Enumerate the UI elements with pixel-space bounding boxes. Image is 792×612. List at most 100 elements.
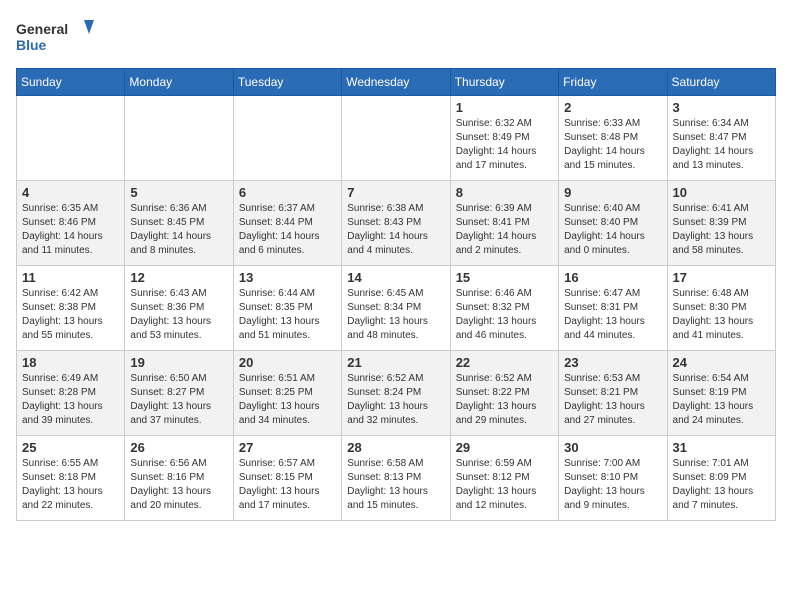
day-info: Sunrise: 6:59 AM Sunset: 8:12 PM Dayligh… (456, 457, 553, 513)
day-info: Sunrise: 6:53 AM Sunset: 8:21 PM Dayligh… (564, 372, 661, 428)
day-cell: 7 Sunrise: 6:38 AM Sunset: 8:43 PM Daylig… (342, 181, 450, 266)
day-cell: 22 Sunrise: 6:52 AM Sunset: 8:22 PM Dayli… (450, 351, 558, 436)
day-info: Sunrise: 6:34 AM Sunset: 8:47 PM Dayligh… (673, 117, 770, 173)
day-cell: 16Sunrise: 6:47 AM Sunset: 8:31 PM Dayli… (559, 266, 667, 351)
day-cell: 20 Sunrise: 6:51 AM Sunset: 8:25 PM Dayli… (233, 351, 341, 436)
day-cell: 5 Sunrise: 6:36 AM Sunset: 8:45 PM Daylig… (125, 181, 233, 266)
day-info: Sunrise: 6:52 AM Sunset: 8:22 PM Dayligh… (456, 372, 553, 428)
weekday-friday: Friday (559, 69, 667, 96)
day-number: 24 (673, 355, 770, 370)
day-info: Sunrise: 6:36 AM Sunset: 8:45 PM Dayligh… (130, 202, 227, 258)
day-cell: 2 Sunrise: 6:33 AM Sunset: 8:48 PM Daylig… (559, 96, 667, 181)
day-info: Sunrise: 6:39 AM Sunset: 8:41 PM Dayligh… (456, 202, 553, 258)
day-number: 2 (564, 100, 661, 115)
svg-text:Blue: Blue (16, 37, 47, 53)
day-cell: 27 Sunrise: 6:57 AM Sunset: 8:15 PM Dayli… (233, 436, 341, 521)
week-row-1: 1Sunrise: 6:32 AM Sunset: 8:49 PM Daylig… (17, 96, 776, 181)
weekday-header-row: SundayMondayTuesdayWednesdayThursdayFrid… (17, 69, 776, 96)
day-cell: 29 Sunrise: 6:59 AM Sunset: 8:12 PM Dayli… (450, 436, 558, 521)
weekday-wednesday: Wednesday (342, 69, 450, 96)
day-cell: 10 Sunrise: 6:41 AM Sunset: 8:39 PM Dayli… (667, 181, 775, 266)
week-row-4: 18Sunrise: 6:49 AM Sunset: 8:28 PM Dayli… (17, 351, 776, 436)
day-cell: 23Sunrise: 6:53 AM Sunset: 8:21 PM Dayli… (559, 351, 667, 436)
day-number: 11 (22, 270, 119, 285)
day-number: 30 (564, 440, 661, 455)
logo-svg: General Blue (16, 16, 96, 56)
calendar-body: 1Sunrise: 6:32 AM Sunset: 8:49 PM Daylig… (17, 96, 776, 521)
day-info: Sunrise: 6:45 AM Sunset: 8:34 PM Dayligh… (347, 287, 444, 343)
day-cell: 26Sunrise: 6:56 AM Sunset: 8:16 PM Dayli… (125, 436, 233, 521)
day-info: Sunrise: 6:33 AM Sunset: 8:48 PM Dayligh… (564, 117, 661, 173)
day-cell: 8 Sunrise: 6:39 AM Sunset: 8:41 PM Daylig… (450, 181, 558, 266)
svg-text:General: General (16, 21, 68, 37)
day-cell: 19 Sunrise: 6:50 AM Sunset: 8:27 PM Dayli… (125, 351, 233, 436)
day-number: 20 (239, 355, 336, 370)
day-cell: 1Sunrise: 6:32 AM Sunset: 8:49 PM Daylig… (450, 96, 558, 181)
day-number: 10 (673, 185, 770, 200)
weekday-monday: Monday (125, 69, 233, 96)
weekday-tuesday: Tuesday (233, 69, 341, 96)
day-info: Sunrise: 6:58 AM Sunset: 8:13 PM Dayligh… (347, 457, 444, 513)
day-info: Sunrise: 6:35 AM Sunset: 8:46 PM Dayligh… (22, 202, 119, 258)
day-number: 13 (239, 270, 336, 285)
weekday-thursday: Thursday (450, 69, 558, 96)
day-info: Sunrise: 6:49 AM Sunset: 8:28 PM Dayligh… (22, 372, 119, 428)
day-cell: 9Sunrise: 6:40 AM Sunset: 8:40 PM Daylig… (559, 181, 667, 266)
day-cell: 3Sunrise: 6:34 AM Sunset: 8:47 PM Daylig… (667, 96, 775, 181)
day-info: Sunrise: 6:54 AM Sunset: 8:19 PM Dayligh… (673, 372, 770, 428)
day-info: Sunrise: 6:43 AM Sunset: 8:36 PM Dayligh… (130, 287, 227, 343)
day-cell: 15 Sunrise: 6:46 AM Sunset: 8:32 PM Dayli… (450, 266, 558, 351)
day-number: 14 (347, 270, 444, 285)
day-info: Sunrise: 6:42 AM Sunset: 8:38 PM Dayligh… (22, 287, 119, 343)
day-number: 4 (22, 185, 119, 200)
day-number: 5 (130, 185, 227, 200)
day-cell: 4 Sunrise: 6:35 AM Sunset: 8:46 PM Daylig… (17, 181, 125, 266)
day-cell: 12 Sunrise: 6:43 AM Sunset: 8:36 PM Dayli… (125, 266, 233, 351)
week-row-3: 11 Sunrise: 6:42 AM Sunset: 8:38 PM Dayli… (17, 266, 776, 351)
day-number: 15 (456, 270, 553, 285)
day-info: Sunrise: 6:37 AM Sunset: 8:44 PM Dayligh… (239, 202, 336, 258)
day-number: 1 (456, 100, 553, 115)
day-number: 28 (347, 440, 444, 455)
day-number: 7 (347, 185, 444, 200)
day-number: 25 (22, 440, 119, 455)
day-number: 27 (239, 440, 336, 455)
day-cell: 6 Sunrise: 6:37 AM Sunset: 8:44 PM Daylig… (233, 181, 341, 266)
day-cell: 30Sunrise: 7:00 AM Sunset: 8:10 PM Dayli… (559, 436, 667, 521)
day-number: 31 (673, 440, 770, 455)
page-header: General Blue (16, 16, 776, 56)
day-cell: 17Sunrise: 6:48 AM Sunset: 8:30 PM Dayli… (667, 266, 775, 351)
day-number: 12 (130, 270, 227, 285)
day-info: Sunrise: 6:38 AM Sunset: 8:43 PM Dayligh… (347, 202, 444, 258)
day-cell: 25 Sunrise: 6:55 AM Sunset: 8:18 PM Dayli… (17, 436, 125, 521)
week-row-5: 25 Sunrise: 6:55 AM Sunset: 8:18 PM Dayli… (17, 436, 776, 521)
day-info: Sunrise: 6:47 AM Sunset: 8:31 PM Dayligh… (564, 287, 661, 343)
day-info: Sunrise: 6:51 AM Sunset: 8:25 PM Dayligh… (239, 372, 336, 428)
day-cell: 11 Sunrise: 6:42 AM Sunset: 8:38 PM Dayli… (17, 266, 125, 351)
logo: General Blue (16, 16, 96, 56)
day-cell (233, 96, 341, 181)
day-info: Sunrise: 6:55 AM Sunset: 8:18 PM Dayligh… (22, 457, 119, 513)
day-cell: 18Sunrise: 6:49 AM Sunset: 8:28 PM Dayli… (17, 351, 125, 436)
day-cell: 28 Sunrise: 6:58 AM Sunset: 8:13 PM Dayli… (342, 436, 450, 521)
day-number: 21 (347, 355, 444, 370)
day-cell (125, 96, 233, 181)
weekday-saturday: Saturday (667, 69, 775, 96)
day-info: Sunrise: 6:48 AM Sunset: 8:30 PM Dayligh… (673, 287, 770, 343)
day-info: Sunrise: 6:46 AM Sunset: 8:32 PM Dayligh… (456, 287, 553, 343)
day-number: 22 (456, 355, 553, 370)
day-number: 8 (456, 185, 553, 200)
day-info: Sunrise: 6:40 AM Sunset: 8:40 PM Dayligh… (564, 202, 661, 258)
day-cell (342, 96, 450, 181)
day-cell: 24 Sunrise: 6:54 AM Sunset: 8:19 PM Dayli… (667, 351, 775, 436)
day-cell (17, 96, 125, 181)
day-number: 29 (456, 440, 553, 455)
day-number: 6 (239, 185, 336, 200)
day-cell: 31Sunrise: 7:01 AM Sunset: 8:09 PM Dayli… (667, 436, 775, 521)
day-number: 19 (130, 355, 227, 370)
day-cell: 21Sunrise: 6:52 AM Sunset: 8:24 PM Dayli… (342, 351, 450, 436)
day-info: Sunrise: 6:41 AM Sunset: 8:39 PM Dayligh… (673, 202, 770, 258)
day-info: Sunrise: 6:50 AM Sunset: 8:27 PM Dayligh… (130, 372, 227, 428)
weekday-sunday: Sunday (17, 69, 125, 96)
day-info: Sunrise: 6:57 AM Sunset: 8:15 PM Dayligh… (239, 457, 336, 513)
